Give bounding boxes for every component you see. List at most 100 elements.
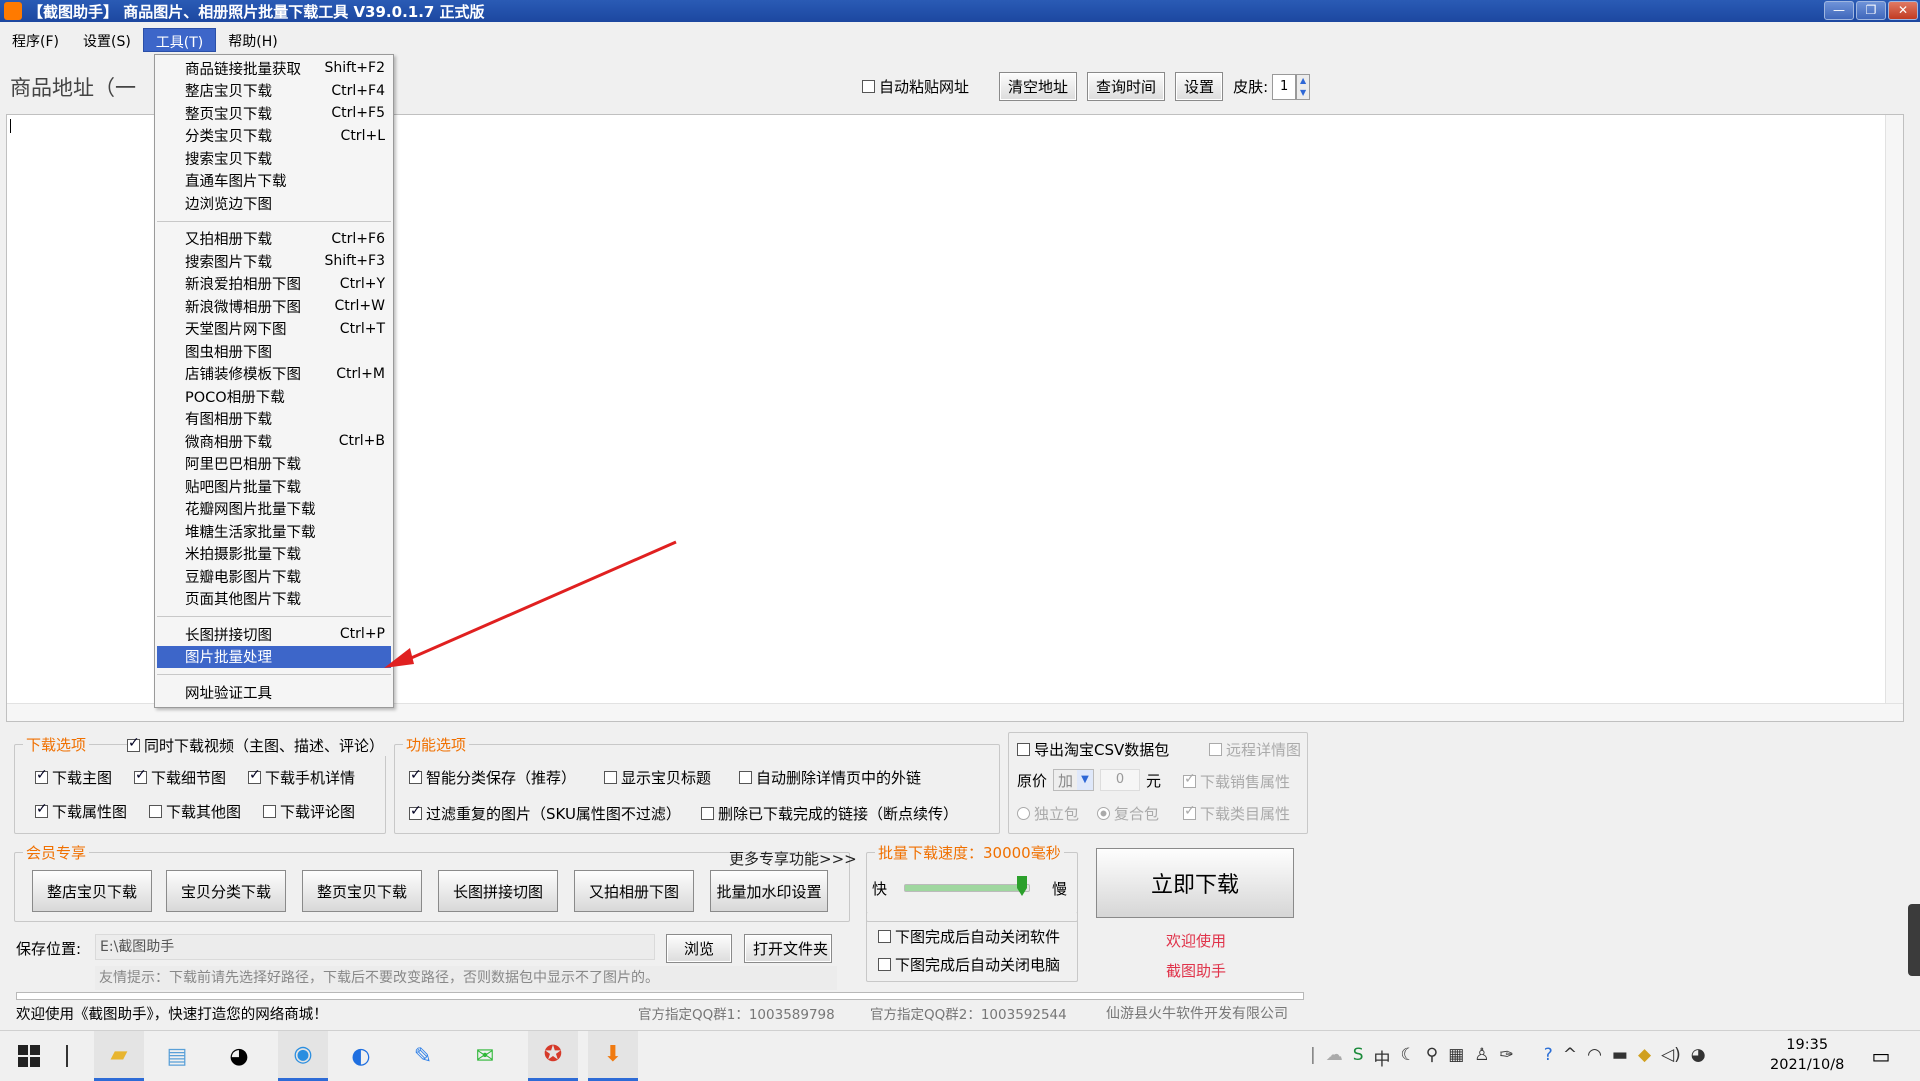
detail-image-checkbox[interactable]: 下载细节图: [134, 767, 226, 788]
qq-penguin-icon[interactable]: ◕: [222, 1039, 256, 1073]
security-icon[interactable]: ◆: [1638, 1045, 1651, 1070]
menu-program[interactable]: 程序(F): [0, 28, 71, 52]
close-button[interactable]: ✕: [1888, 1, 1918, 20]
tools-menu-item[interactable]: 新浪微博相册下图 Ctrl+W: [155, 295, 393, 318]
clear-address-button[interactable]: 清空地址: [999, 72, 1078, 101]
tools-menu-item[interactable]: 整店宝贝下载 Ctrl+F4: [155, 80, 393, 103]
download-video-checkbox[interactable]: 同时下载视频（主图、描述、评论）: [127, 735, 389, 756]
main-image-checkbox[interactable]: 下载主图: [35, 767, 112, 788]
tools-menu-item[interactable]: 商品链接批量获取 Shift+F2: [155, 57, 393, 80]
show-title-checkbox[interactable]: 显示宝贝标题: [604, 767, 711, 788]
qq-tray-icon[interactable]: ◕: [1691, 1045, 1706, 1070]
skin-spinner[interactable]: ▲ ▼: [1296, 73, 1311, 100]
tools-menu-item[interactable]: 微商相册下载 Ctrl+B: [155, 430, 393, 453]
tools-menu-item[interactable]: 边浏览边下图: [155, 192, 393, 215]
tools-menu-item[interactable]: 米拍摄影批量下载: [155, 543, 393, 566]
notepad-icon[interactable]: ▤: [160, 1039, 194, 1073]
review-image-checkbox[interactable]: 下载评论图: [263, 801, 355, 822]
menu-tools[interactable]: 工具(T): [142, 28, 217, 52]
checkbox-box[interactable]: [35, 767, 48, 784]
wrench-icon[interactable]: ✑: [1500, 1045, 1514, 1070]
other-image-checkbox[interactable]: 下载其他图: [149, 801, 241, 822]
attr-image-checkbox[interactable]: 下载属性图: [35, 801, 127, 822]
member-whole-page-button[interactable]: 整页宝贝下载: [302, 870, 422, 912]
feather-app-icon[interactable]: ✎: [406, 1039, 440, 1073]
tools-menu-item[interactable]: POCO相册下载: [155, 385, 393, 408]
checkbox-box[interactable]: [409, 803, 422, 820]
checkbox-box[interactable]: [878, 930, 891, 943]
checkbox-box[interactable]: [739, 771, 753, 784]
tools-menu-item[interactable]: 新浪爱拍相册下图 Ctrl+Y: [155, 273, 393, 296]
file-explorer-icon[interactable]: ▰: [94, 1031, 144, 1081]
start-download-button[interactable]: 立即下载: [1096, 848, 1294, 918]
member-category-button[interactable]: 宝贝分类下载: [166, 870, 286, 912]
member-watermark-button[interactable]: 批量加水印设置: [710, 870, 828, 912]
ime-indicator[interactable]: 中: [1374, 1045, 1391, 1070]
checkbox-box[interactable]: [248, 767, 262, 784]
tools-menu-item[interactable]: 又拍相册下载 Ctrl+F6: [155, 228, 393, 251]
tools-menu-item[interactable]: 店铺装修模板下图 Ctrl+M: [155, 363, 393, 386]
save-path-input[interactable]: E:\截图助手: [95, 934, 655, 960]
checkbox-box[interactable]: [35, 801, 48, 818]
mobile-detail-checkbox[interactable]: 下载手机详情: [248, 767, 355, 788]
auto-close-app-checkbox[interactable]: 下图完成后自动关闭软件: [878, 926, 1060, 947]
tools-menu-item[interactable]: 天堂图片网下图 Ctrl+T: [155, 318, 393, 341]
sogou-icon[interactable]: S: [1353, 1045, 1364, 1070]
delete-done-checkbox[interactable]: 删除已下载完成的链接（断点续传）: [700, 803, 958, 824]
chevron-up-icon[interactable]: ^: [1563, 1045, 1577, 1070]
tools-menu-item[interactable]: 页面其他图片下载: [155, 588, 393, 611]
help-icon[interactable]: ?: [1544, 1045, 1553, 1070]
checkbox-box[interactable]: [263, 805, 277, 818]
chevron-down-icon[interactable]: ▼: [1077, 770, 1094, 790]
shirt-icon[interactable]: ♙: [1474, 1045, 1489, 1070]
settings-button[interactable]: 设置: [1175, 72, 1224, 101]
open-folder-button[interactable]: 打开文件夹: [744, 934, 832, 963]
maximize-button[interactable]: ❐: [1856, 1, 1886, 20]
member-long-image-button[interactable]: 长图拼接切图: [438, 870, 558, 912]
wifi-icon[interactable]: ◠: [1587, 1045, 1602, 1070]
query-time-button[interactable]: 查询时间: [1087, 72, 1166, 101]
auto-paste-checkbox[interactable]: 自动粘贴网址: [862, 76, 969, 97]
tools-menu-item[interactable]: 分类宝贝下载 Ctrl+L: [155, 125, 393, 148]
tools-menu-item[interactable]: 图虫相册下图: [155, 340, 393, 363]
checkbox-box[interactable]: [127, 735, 140, 752]
tools-menu-item[interactable]: 堆糖生活家批量下载: [155, 520, 393, 543]
checkbox-box[interactable]: [700, 807, 714, 820]
tools-menu-item[interactable]: 图片批量处理: [157, 645, 391, 668]
member-whole-store-button[interactable]: 整店宝贝下载: [32, 870, 152, 912]
export-csv-checkbox[interactable]: 导出淘宝CSV数据包: [1017, 739, 1169, 760]
notification-icon[interactable]: ▭: [1864, 1039, 1898, 1073]
member-youpai-button[interactable]: 又拍相册下图: [574, 870, 694, 912]
tools-menu-item[interactable]: 花瓣网图片批量下载: [155, 498, 393, 521]
price-op-select[interactable]: 加 ▼: [1053, 769, 1095, 791]
side-tab[interactable]: [1908, 904, 1920, 976]
menu-settings[interactable]: 设置(S): [71, 28, 143, 52]
checkbox-box[interactable]: [1017, 743, 1030, 756]
tools-menu-item[interactable]: 网址验证工具: [155, 681, 393, 704]
tools-menu-item[interactable]: 搜索图片下载 Shift+F3: [155, 250, 393, 273]
taskbar-clock[interactable]: 19:35 2021/10/8: [1770, 1035, 1844, 1075]
tools-menu-item[interactable]: 搜索宝贝下载: [155, 147, 393, 170]
red-app-icon[interactable]: ✪: [528, 1031, 578, 1081]
volume-icon[interactable]: ◁): [1661, 1045, 1681, 1070]
smart-save-checkbox[interactable]: 智能分类保存（推荐）: [409, 767, 576, 788]
spin-up-icon[interactable]: ▲: [1297, 75, 1309, 87]
tools-menu-item[interactable]: 有图相册下载: [155, 408, 393, 431]
checkbox-box[interactable]: [149, 805, 163, 818]
keyboard-icon[interactable]: ▦: [1448, 1045, 1464, 1070]
checkbox-box[interactable]: [604, 771, 618, 784]
filter-duplicates-checkbox[interactable]: 过滤重复的图片（SKU属性图不过滤）: [409, 803, 681, 824]
minimize-button[interactable]: —: [1824, 1, 1854, 20]
browse-button[interactable]: 浏览: [666, 934, 732, 963]
tools-menu-item[interactable]: 直通车图片下载: [155, 170, 393, 193]
checkbox-box[interactable]: [878, 958, 891, 971]
search-icon[interactable]: ⚲: [1426, 1045, 1438, 1070]
vertical-scrollbar[interactable]: [1885, 115, 1903, 721]
battery-icon[interactable]: ▬: [1612, 1045, 1628, 1070]
more-features-link[interactable]: 更多专享功能>>>: [729, 848, 857, 869]
checkbox-box[interactable]: [862, 80, 875, 93]
cloud-icon[interactable]: ☁: [1326, 1045, 1343, 1070]
windows-start-icon[interactable]: [12, 1039, 46, 1073]
menu-help[interactable]: 帮助(H): [216, 28, 289, 52]
tools-menu-item[interactable]: 整页宝贝下载 Ctrl+F5: [155, 102, 393, 125]
